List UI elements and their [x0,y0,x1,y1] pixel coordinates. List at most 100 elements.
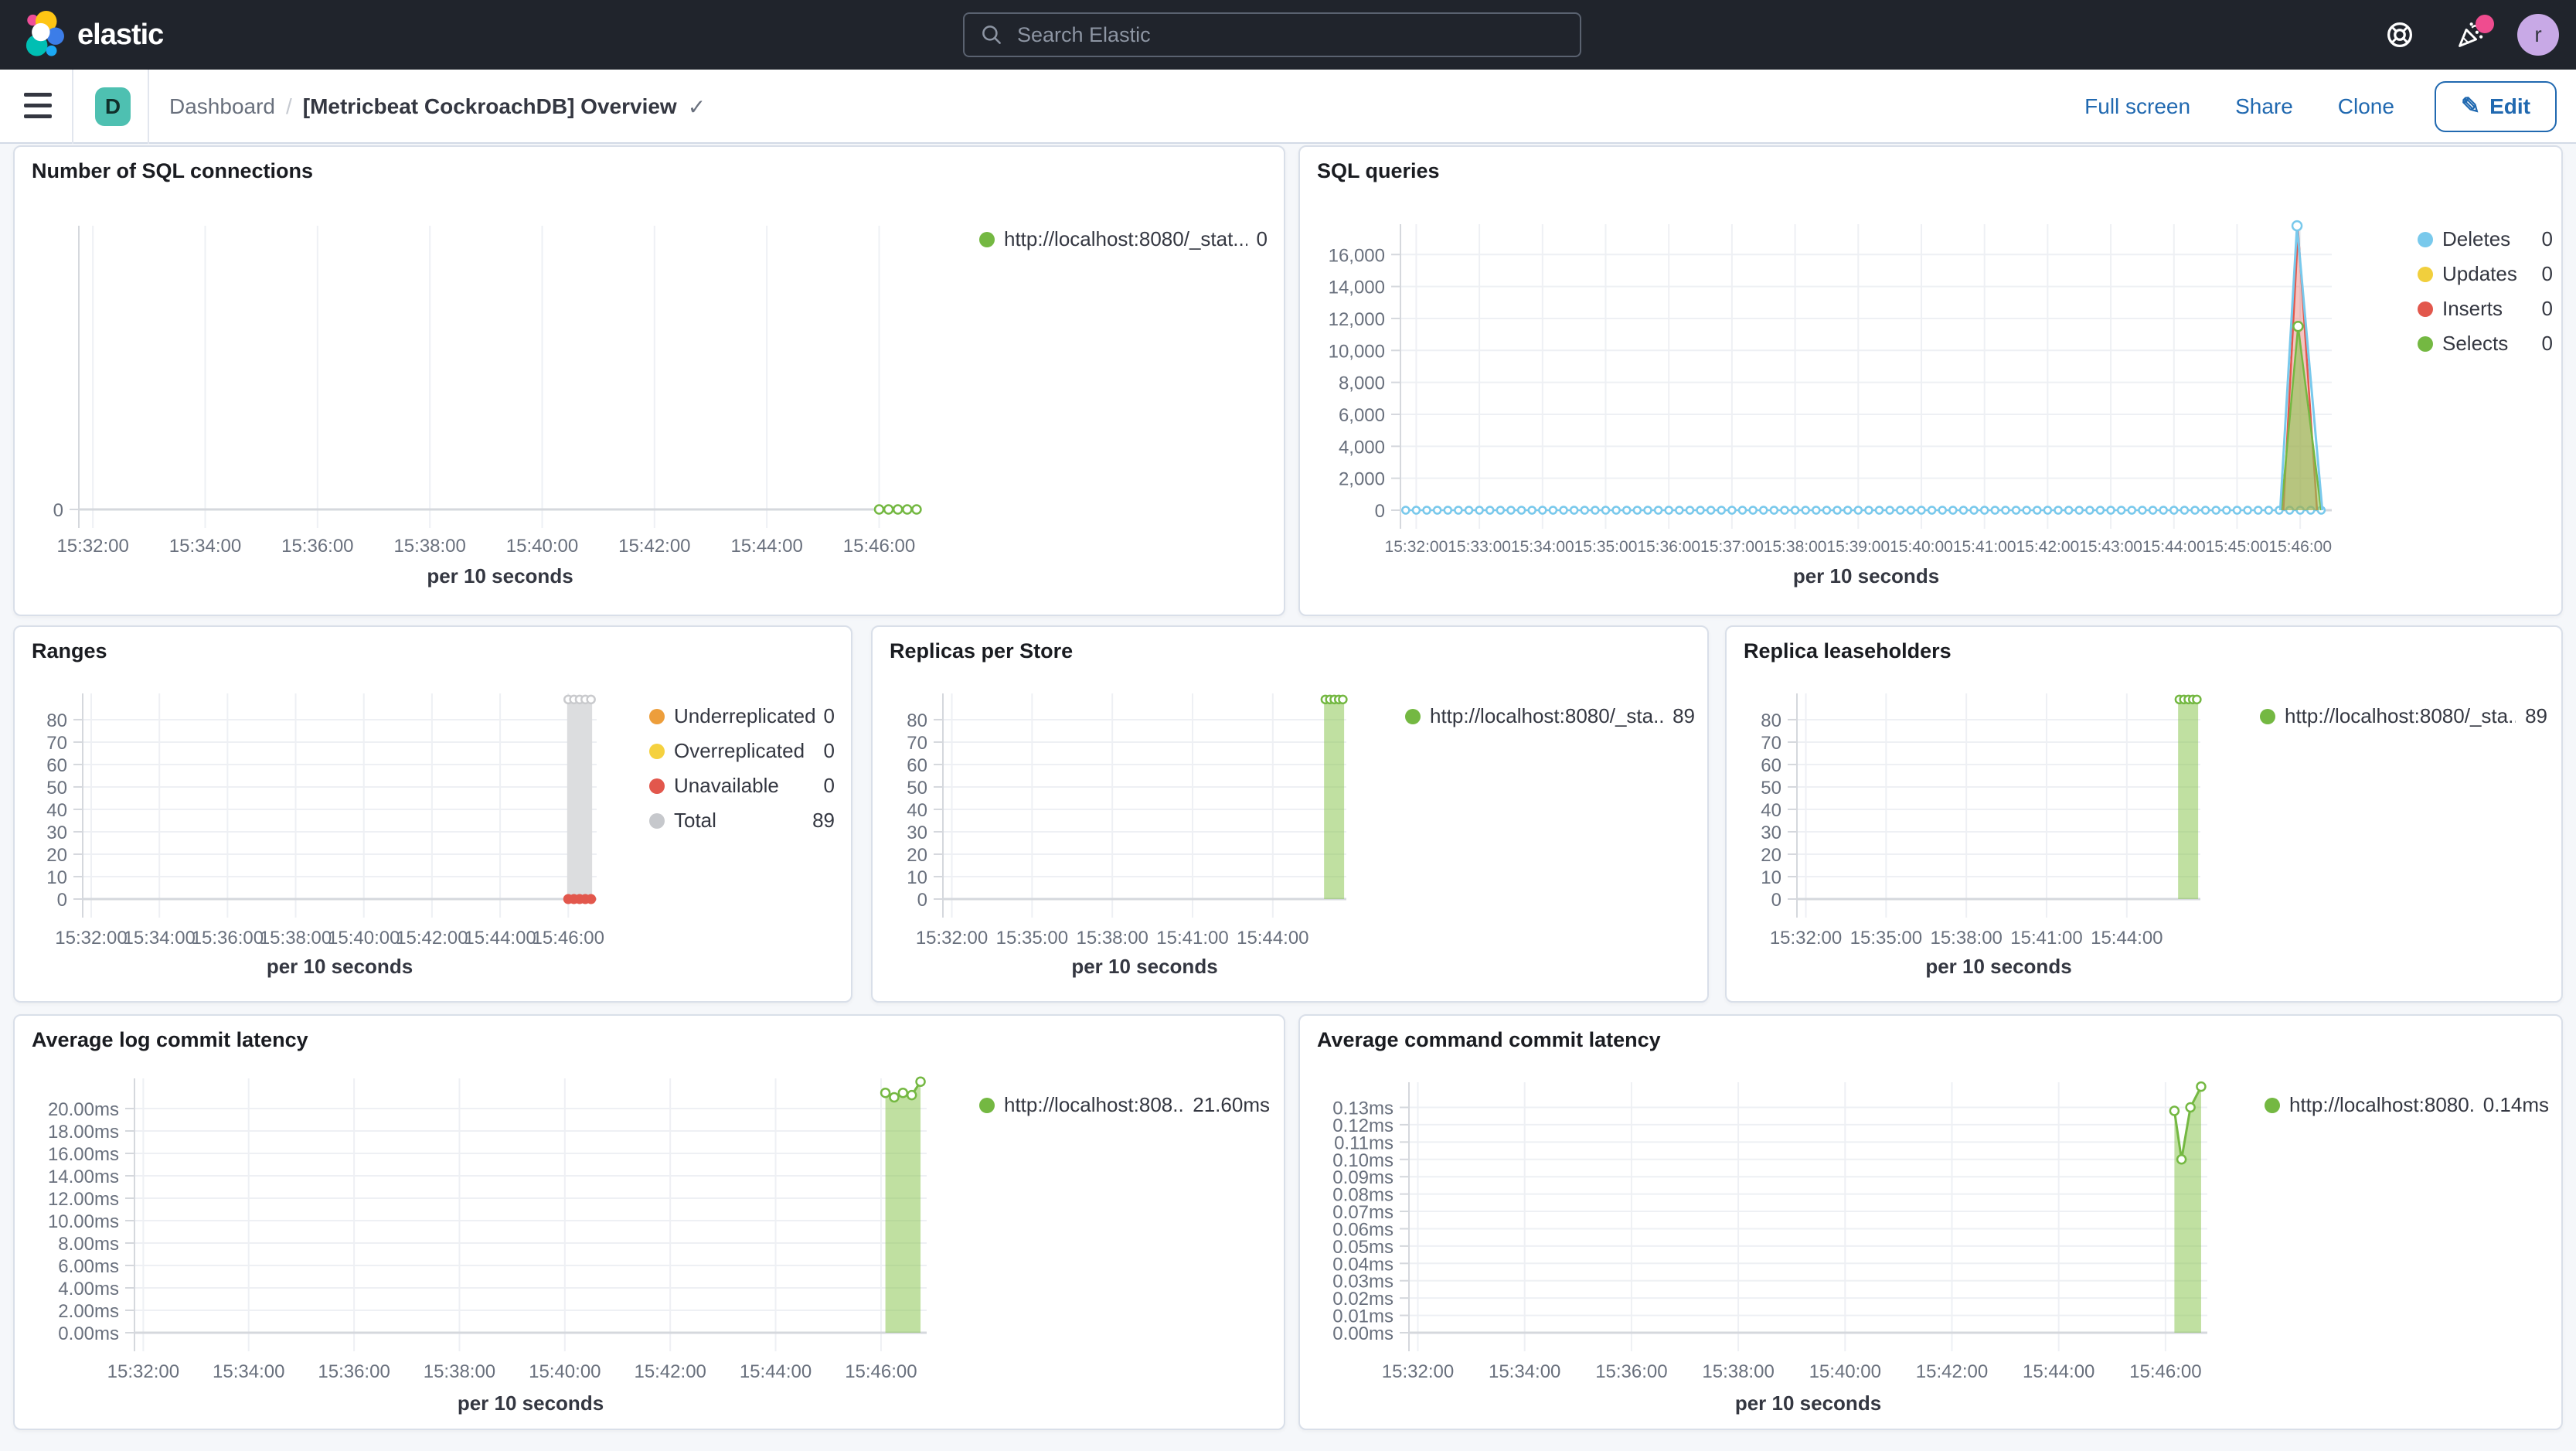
svg-text:15:32:00: 15:32:00 [55,928,127,949]
legend-item[interactable]: Unavailable 0 [649,774,835,798]
legend-series-value: 0 [2541,332,2553,355]
space-initial: D [104,94,121,118]
svg-text:15:35:00: 15:35:00 [996,928,1068,949]
svg-text:40: 40 [1761,800,1781,821]
legend-item[interactable]: http://localhost:8080/_sta... 89 [2260,704,2547,728]
svg-text:15:46:00: 15:46:00 [845,1361,917,1382]
svg-text:80: 80 [46,710,67,731]
chart-average-log-commit-latency[interactable]: 0.00ms2.00ms4.00ms6.00ms8.00ms10.00ms12.… [15,1016,1284,1429]
svg-text:16,000: 16,000 [1329,245,1385,266]
svg-text:15:38:00: 15:38:00 [1930,928,2002,949]
legend-series-value: 0 [2541,297,2553,320]
svg-text:70: 70 [1761,733,1781,754]
legend-series-dot [2418,336,2433,352]
svg-text:15:42:00: 15:42:00 [1916,1361,1988,1382]
svg-text:30: 30 [907,823,927,843]
chart-replica-leaseholders[interactable]: 01020304050607080 15:32:00 15:35:00 15:38:0… [1727,627,2561,1001]
legend-item[interactable]: http://localhost:8080/_stat... 0 [979,227,1268,251]
svg-text:0.00ms: 0.00ms [58,1323,119,1344]
edit-button[interactable]: ✎ Edit [2434,81,2557,132]
legend-item[interactable]: Underreplicated 0 [649,704,835,728]
space-switcher[interactable]: D [95,87,131,126]
svg-text:15:37:00: 15:37:00 [1700,538,1764,556]
global-search[interactable] [963,12,1581,57]
legend-series-dot [649,812,665,829]
svg-text:15:40:00: 15:40:00 [328,928,400,949]
legend-item[interactable]: Updates 0 [2418,262,2553,286]
chart-number-of-sql-connections[interactable]: 0 15:32:00 15:34:00 15:36:00 15:38:00 15:40:0… [15,147,1284,615]
svg-text:14,000: 14,000 [1329,278,1385,298]
search-input[interactable] [1016,22,1580,48]
svg-text:15:35:00: 15:35:00 [1574,538,1638,556]
x-axis-title: per 10 seconds [1792,564,1940,588]
legend-series-label: Inserts [2442,297,2503,320]
chart-average-command-commit-latency[interactable]: 0.00ms0.01ms0.02ms0.03ms0.04ms0.05ms0.06… [1300,1016,2561,1429]
life-ring-icon [2387,22,2412,47]
legend-series-label: Deletes [2442,227,2511,250]
chart-replicas-per-store[interactable]: 01020304050607080 15:32:00 15:35:00 15:38:0… [873,627,1707,1001]
legend-item[interactable]: Total 89 [649,809,835,833]
x-axis-title: per 10 seconds [457,1391,604,1415]
svg-text:15:35:00: 15:35:00 [1850,928,1922,949]
legend-series-dot [2418,231,2433,247]
menu-hamburger-icon[interactable] [24,88,58,122]
legend-series-label: Updates [2442,262,2517,285]
help-button[interactable] [2375,10,2425,60]
legend-series-label: http://localhost:8080/_sta... [1430,704,1664,727]
breadcrumb-separator: / [285,94,292,118]
chart-sql-queries[interactable]: 0 2,000 4,000 6,000 8,000 10,000 12,000 14,000 1… [1300,147,2561,615]
svg-text:15:32:00: 15:32:00 [916,928,988,949]
legend-item[interactable]: http://localhost:8080/_sta... 89 [1405,704,1695,728]
panel-average-log-commit-latency: Average log commit latency 0.00ms 2.00ms 4… [13,1014,1285,1430]
checkmark-icon: ✓ [687,94,706,119]
svg-text:4,000: 4,000 [1339,437,1385,458]
svg-text:15:32:00: 15:32:00 [1382,1361,1454,1382]
panel-replicas-per-store: Replicas per Store 0 10 20 30 40 50 60 70 80 15:3… [871,625,1709,1003]
toolbar-divider [148,70,149,144]
svg-text:15:34:00: 15:34:00 [123,928,195,949]
breadcrumb-dashboard-link[interactable]: Dashboard [169,94,275,119]
legend: Underreplicated 0 Overreplicated 0 Unavailab… [649,704,835,833]
share-button[interactable]: Share [2231,94,2298,120]
svg-text:15:38:00: 15:38:00 [1764,538,1827,556]
legend: http://localhost:8080/_sta... 89 [1405,704,1695,728]
panel-replica-leaseholders: Replica leaseholders 0 10 20 30 40 50 60 70 80 15… [1725,625,2563,1003]
svg-text:15:41:00: 15:41:00 [1156,928,1228,949]
svg-text:20.00ms: 20.00ms [48,1099,119,1120]
svg-text:10: 10 [907,867,927,888]
svg-text:15:32:00: 15:32:00 [1385,538,1448,556]
legend-item[interactable]: Selects 0 [2418,332,2553,356]
svg-text:0: 0 [1771,890,1781,911]
legend-series-dot [2418,301,2433,317]
legend-item[interactable]: http://localhost:808... 21.60ms [979,1093,1270,1117]
svg-text:15:44:00: 15:44:00 [1237,928,1308,949]
legend-series-value: 89 [1673,704,1695,727]
svg-text:15:32:00: 15:32:00 [1770,928,1842,949]
legend-item[interactable]: Inserts 0 [2418,297,2553,321]
user-avatar[interactable]: r [2517,14,2559,56]
svg-text:0: 0 [917,890,927,911]
svg-text:15:44:00: 15:44:00 [2023,1361,2094,1382]
svg-text:15:36:00: 15:36:00 [192,928,264,949]
legend-item[interactable]: Deletes 0 [2418,227,2553,251]
svg-text:50: 50 [1761,778,1781,799]
newsfeed-button[interactable] [2446,10,2496,60]
svg-text:30: 30 [1761,823,1781,843]
legend-series-label: http://localhost:8080/_sta... [2285,704,2516,727]
svg-text:60: 60 [907,755,927,776]
svg-text:15:41:00: 15:41:00 [2010,928,2082,949]
legend-item[interactable]: http://localhost:8080... 0.14ms [2265,1093,2549,1117]
svg-text:18.00ms: 18.00ms [48,1122,119,1143]
svg-text:15:38:00: 15:38:00 [424,1361,495,1382]
svg-text:15:38:00: 15:38:00 [393,536,465,557]
svg-text:10: 10 [46,867,67,888]
kibana-dashboard-page: elastic Search Elastic r D Dashboard / [… [0,0,2576,1451]
legend-series-label: http://localhost:8080/_stat... [1004,227,1247,250]
full-screen-button[interactable]: Full screen [2080,94,2195,120]
legend-series-dot [649,778,665,794]
svg-text:20: 20 [46,845,67,866]
clone-button[interactable]: Clone [2333,94,2399,120]
svg-text:15:36:00: 15:36:00 [1595,1361,1667,1382]
elastic-logo[interactable]: elastic [23,11,164,59]
legend-item[interactable]: Overreplicated 0 [649,739,835,763]
